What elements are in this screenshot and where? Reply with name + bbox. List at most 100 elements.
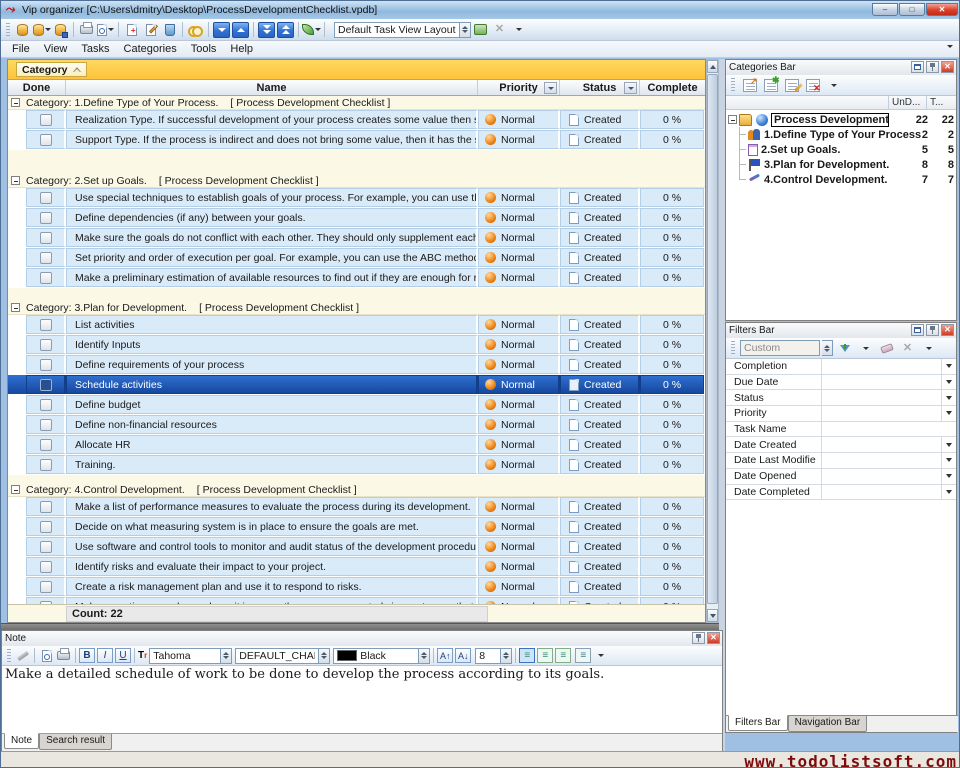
task-checkbox[interactable] [40, 501, 52, 513]
filters-toolbar-options-icon[interactable] [919, 339, 938, 357]
menu-help[interactable]: Help [223, 42, 260, 56]
align-left-icon[interactable]: ≡ [519, 648, 535, 663]
note-save-icon[interactable] [14, 648, 31, 664]
task-checkbox[interactable] [40, 252, 52, 264]
filter-dropdown-icon[interactable] [941, 390, 956, 405]
task-row[interactable]: Training.NormalCreated0 % [8, 455, 705, 474]
column-header-done[interactable]: Done [8, 80, 66, 95]
tree-item[interactable]: 4.Control Development.77 [726, 172, 956, 187]
filter-value-field[interactable] [822, 437, 941, 452]
view-notes-icon[interactable] [186, 21, 205, 39]
column-header-undone[interactable]: UnD... [888, 96, 926, 109]
note-close-icon[interactable]: ✕ [707, 632, 720, 644]
task-checkbox[interactable] [40, 541, 52, 553]
task-checkbox[interactable] [40, 272, 52, 284]
task-row[interactable]: Make sure the goals do not conflict with… [8, 228, 705, 247]
scrollbar-thumb[interactable] [707, 74, 718, 604]
edit-category-icon[interactable] [782, 76, 801, 94]
charset-combo-spinner[interactable] [319, 648, 330, 664]
task-row[interactable]: Realization Type. If successful developm… [8, 110, 705, 129]
maximize-button[interactable]: □ [899, 3, 925, 16]
color-combo[interactable]: Black [333, 648, 419, 664]
font-size-combo[interactable]: 8 [475, 648, 501, 664]
task-row[interactable]: Use special techniques to establish goal… [8, 188, 705, 207]
task-row[interactable]: Define non-financial resourcesNormalCrea… [8, 415, 705, 434]
apply-filter-dropdown-icon[interactable] [856, 339, 875, 357]
task-row[interactable]: Define budgetNormalCreated0 % [8, 395, 705, 414]
collapse-group-icon[interactable] [11, 485, 20, 494]
filter-preset-combo[interactable]: Custom [740, 340, 820, 356]
apply-filter-icon[interactable] [835, 339, 854, 357]
horizontal-splitter[interactable] [1, 623, 723, 630]
recent-databases-icon[interactable] [32, 21, 51, 39]
task-checkbox[interactable] [40, 459, 52, 471]
collapse-group-icon[interactable] [11, 303, 20, 312]
align-right-icon[interactable]: ≡ [555, 648, 571, 663]
bullet-list-icon[interactable]: ≡ [575, 648, 591, 663]
delete-layout-icon[interactable]: ✕ [490, 21, 509, 39]
filters-pin-icon[interactable] [926, 324, 939, 336]
task-row[interactable]: Set priority and order of execution per … [8, 248, 705, 267]
note-text[interactable]: Make a detailed schedule of work to be d… [2, 666, 722, 734]
shrink-font-icon[interactable]: A↓ [455, 648, 471, 663]
task-checkbox[interactable] [40, 212, 52, 224]
print-preview-icon[interactable] [96, 21, 115, 39]
toolbar-options-icon[interactable] [509, 21, 528, 39]
task-checkbox[interactable] [40, 192, 52, 204]
column-header-total[interactable]: T... [926, 96, 956, 109]
task-row[interactable]: Define requirements of your processNorma… [8, 355, 705, 374]
column-header-complete[interactable]: Complete [640, 80, 705, 95]
filter-value-field[interactable] [822, 453, 941, 468]
task-row[interactable]: List activitiesNormalCreated0 % [8, 315, 705, 334]
edit-task-icon[interactable] [141, 21, 160, 39]
group-by-category-chip[interactable]: Category [16, 62, 87, 77]
filter-value-field[interactable] [822, 375, 941, 390]
menubar-overflow-icon[interactable] [947, 45, 953, 48]
note-print-icon[interactable] [55, 648, 72, 664]
priority-filter-dropdown[interactable] [544, 82, 557, 94]
note-preview-icon[interactable] [38, 648, 55, 664]
tree-item[interactable]: 2.Set up Goals.55 [726, 142, 956, 157]
column-header-status[interactable]: Status [560, 80, 640, 95]
tree-root-row[interactable]: Process Development Checklist2222 [726, 112, 956, 127]
task-row[interactable]: Create a risk management plan and use it… [8, 577, 705, 596]
filter-value-field[interactable] [822, 422, 956, 437]
task-row[interactable]: Identify InputsNormalCreated0 % [8, 335, 705, 354]
filter-dropdown-icon[interactable] [941, 453, 956, 468]
task-row[interactable]: Decide on what measuring system is in pl… [8, 517, 705, 536]
tab-note[interactable]: Note [4, 733, 39, 749]
tab-navigation-bar[interactable]: Navigation Bar [788, 716, 868, 732]
new-checklist-icon[interactable]: ↗ [740, 76, 759, 94]
task-checkbox[interactable] [40, 419, 52, 431]
filters-close-icon[interactable]: ✕ [941, 324, 954, 336]
status-filter-dropdown[interactable] [624, 82, 637, 94]
category-group-header[interactable]: Category: 3.Plan for Development.[ Proce… [8, 301, 705, 315]
category-group-header[interactable]: Category: 1.Define Type of Your Process.… [8, 96, 705, 110]
underline-icon[interactable]: U [115, 648, 131, 663]
save-database-icon[interactable] [51, 21, 70, 39]
task-row[interactable]: Make a list of performance measures to e… [8, 497, 705, 516]
categories-toolbar-options-icon[interactable] [824, 76, 843, 94]
filter-dropdown-icon[interactable] [941, 359, 956, 374]
task-checkbox[interactable] [40, 439, 52, 451]
font-combo-spinner[interactable] [221, 648, 232, 664]
menu-tools[interactable]: Tools [184, 42, 224, 56]
filter-dropdown-icon[interactable] [941, 375, 956, 390]
filter-dropdown-icon[interactable] [941, 406, 956, 421]
menu-view[interactable]: View [37, 42, 75, 56]
italic-icon[interactable]: I [97, 648, 113, 663]
new-category-icon[interactable]: ✱ [761, 76, 780, 94]
close-button[interactable]: ✕ [926, 3, 958, 16]
font-size-spinner[interactable] [501, 648, 512, 664]
filter-dropdown-icon[interactable] [941, 437, 956, 452]
task-checkbox[interactable] [40, 581, 52, 593]
collapse-group-icon[interactable] [11, 98, 20, 107]
filter-value-field[interactable] [822, 469, 941, 484]
task-checkbox[interactable] [40, 232, 52, 244]
layout-combo-spinner[interactable] [460, 22, 471, 38]
color-labels-icon[interactable] [302, 21, 321, 39]
menu-file[interactable]: File [5, 42, 37, 56]
task-checkbox[interactable] [40, 359, 52, 371]
task-row[interactable]: Identify risks and evaluate their impact… [8, 557, 705, 576]
task-checkbox[interactable] [40, 319, 52, 331]
